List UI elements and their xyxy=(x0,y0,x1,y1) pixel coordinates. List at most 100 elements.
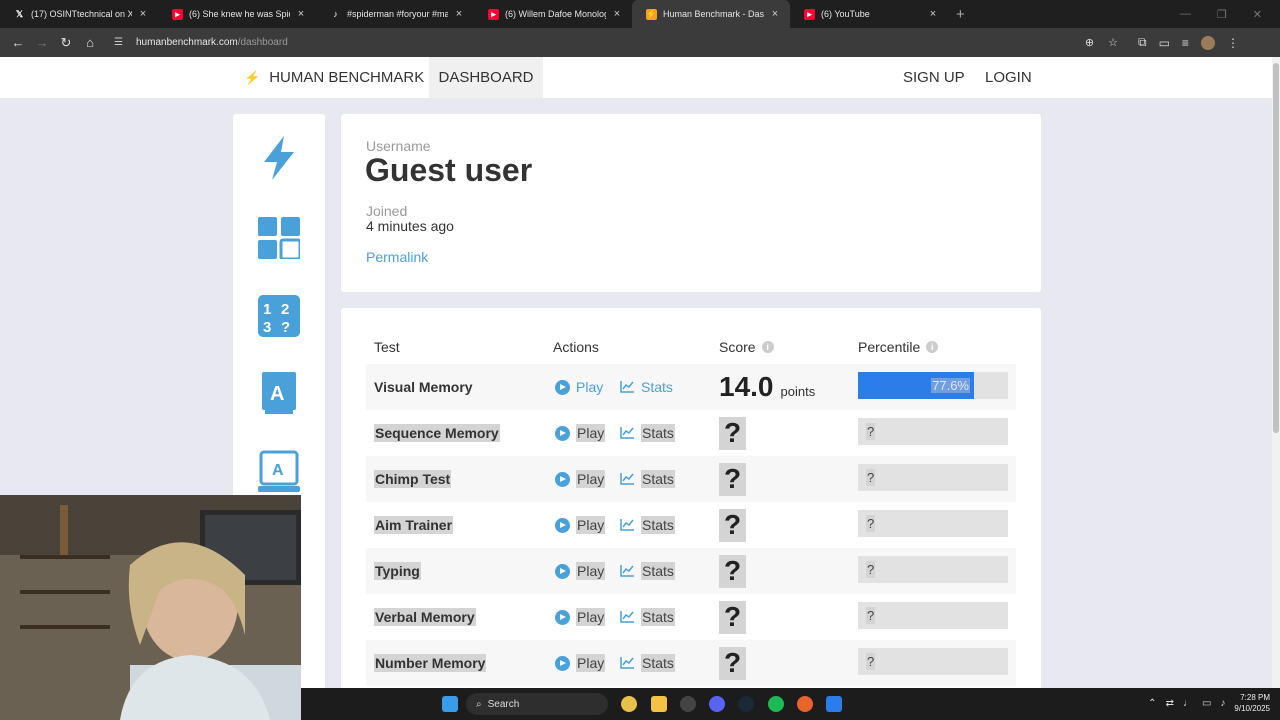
test-name[interactable]: Verbal Memory xyxy=(374,594,476,640)
browser-tab[interactable]: ▸ (6) YouTube × xyxy=(790,0,948,28)
play-button[interactable]: Play xyxy=(555,456,606,502)
test-name[interactable]: Visual Memory xyxy=(374,364,473,410)
reaction-time-icon[interactable] xyxy=(257,136,301,180)
cast-icon[interactable]: ▭ xyxy=(1159,36,1170,50)
maximize-icon[interactable]: ❐ xyxy=(1217,8,1227,21)
stats-chart-icon xyxy=(620,427,634,439)
steam-icon[interactable] xyxy=(738,696,754,712)
microphone-icon[interactable]: ♩ xyxy=(1183,698,1193,709)
zoom-icon[interactable]: ⊕ xyxy=(1085,36,1094,49)
stats-button[interactable]: Stats xyxy=(620,594,675,640)
tab-title: Human Benchmark - Dashboard xyxy=(663,9,764,19)
browser-tab[interactable]: ▸ (6) Willem Dafoe Monologue - × xyxy=(474,0,632,28)
play-button[interactable]: Play xyxy=(555,548,606,594)
settings-icon[interactable] xyxy=(680,696,696,712)
minimize-icon[interactable]: — xyxy=(1180,8,1191,21)
nav-login[interactable]: LOGIN xyxy=(985,57,1032,98)
clock[interactable]: 7:28 PM 9/10/2025 xyxy=(1234,692,1270,714)
taskbar-search[interactable]: ⌕ Search xyxy=(466,693,608,715)
profile-avatar[interactable] xyxy=(1200,35,1215,50)
network-icon[interactable]: ⇄ xyxy=(1166,698,1174,709)
close-tab-icon[interactable]: × xyxy=(136,8,150,20)
nav-dashboard[interactable]: DASHBOARD xyxy=(429,57,543,98)
scrollbar-thumb[interactable] xyxy=(1273,63,1279,433)
info-icon[interactable]: i xyxy=(761,341,774,353)
table-row: Sequence Memory Play Stats ? ? xyxy=(366,410,1016,456)
stats-button[interactable]: Stats xyxy=(620,640,675,686)
chevron-up-icon[interactable]: ⌃ xyxy=(1148,698,1156,709)
typing-icon[interactable]: A xyxy=(257,450,301,494)
stats-chart-icon xyxy=(620,611,634,623)
percentile-unknown: ? xyxy=(866,602,876,629)
percentile-bar: ? xyxy=(858,418,1008,445)
file-explorer-icon[interactable] xyxy=(651,696,667,712)
close-tab-icon[interactable]: × xyxy=(294,8,308,20)
forward-icon[interactable]: → xyxy=(30,31,54,55)
extensions-icon[interactable]: ⧉ xyxy=(1138,35,1147,50)
address-bar[interactable]: ☰ humanbenchmark.com/dashboard ⊕ ☆ xyxy=(106,32,1126,54)
test-name[interactable]: Number Memory xyxy=(374,640,487,686)
close-tab-icon[interactable]: × xyxy=(452,8,466,20)
test-name[interactable]: Sequence Memory xyxy=(374,410,500,456)
taskbar-search-label: Search xyxy=(487,698,520,710)
test-name[interactable]: Chimp Test xyxy=(374,456,452,502)
site-info-icon[interactable]: ☰ xyxy=(114,37,128,48)
browser-tab[interactable]: ♪ #spiderman #foryour #marvels × xyxy=(316,0,474,28)
tab-title: (6) Willem Dafoe Monologue - xyxy=(505,9,606,19)
play-button[interactable]: Play xyxy=(555,640,606,686)
page-scrollbar[interactable] xyxy=(1272,57,1280,688)
percentile-value: ? xyxy=(866,561,876,578)
play-button[interactable]: Play xyxy=(555,410,606,456)
stats-button[interactable]: Stats xyxy=(620,456,675,502)
percentile-unknown: ? xyxy=(866,648,876,675)
stats-button[interactable]: Stats xyxy=(620,410,675,456)
play-button[interactable]: Play xyxy=(555,594,606,640)
test-name[interactable]: Aim Trainer xyxy=(374,502,454,548)
chrome-icon[interactable] xyxy=(621,696,637,712)
app-icon[interactable] xyxy=(797,696,813,712)
bookmark-star-icon[interactable]: ☆ xyxy=(1108,36,1118,49)
stats-button[interactable]: Stats xyxy=(620,502,675,548)
app-icon[interactable] xyxy=(826,696,842,712)
volume-icon[interactable]: ♪ xyxy=(1220,698,1225,709)
percentile-value: ? xyxy=(866,653,876,670)
nav-signup[interactable]: SIGN UP xyxy=(903,57,965,98)
browser-tab[interactable]: 𝕏 (17) OSINTtechnical on X: "New × xyxy=(0,0,158,28)
site-logo[interactable]: ⚡ HUMAN BENCHMARK xyxy=(244,57,424,98)
media-controls-icon[interactable]: ≡ xyxy=(1182,36,1189,50)
close-tab-icon[interactable]: × xyxy=(926,8,940,20)
stats-label: Stats xyxy=(641,470,675,488)
play-button[interactable]: Play xyxy=(555,502,606,548)
back-icon[interactable]: ← xyxy=(6,31,30,55)
browser-tab[interactable]: ▸ (6) She knew he was Spider Ma × xyxy=(158,0,316,28)
browser-tab-active[interactable]: ⚡ Human Benchmark - Dashboard × xyxy=(632,0,790,28)
webcam-feed-image xyxy=(0,495,301,720)
discord-icon[interactable] xyxy=(709,696,725,712)
close-tab-icon[interactable]: × xyxy=(610,8,624,20)
new-tab-button[interactable]: + xyxy=(956,6,965,23)
reload-icon[interactable]: ↻ xyxy=(54,31,78,55)
score-cell: ? xyxy=(719,640,746,686)
test-name[interactable]: Typing xyxy=(374,548,421,594)
play-button[interactable]: Play xyxy=(555,364,603,410)
display-icon[interactable]: ▭ xyxy=(1202,698,1211,709)
spotify-icon[interactable] xyxy=(768,696,784,712)
stats-button[interactable]: Stats xyxy=(620,548,675,594)
score-cell: 14.0 points xyxy=(719,364,815,410)
close-tab-icon[interactable]: × xyxy=(768,8,782,20)
svg-text:A: A xyxy=(272,462,284,479)
permalink-link[interactable]: Permalink xyxy=(366,249,428,265)
stats-chart-icon xyxy=(620,657,634,669)
info-icon[interactable]: i xyxy=(926,341,939,353)
home-icon[interactable]: ⌂ xyxy=(78,31,102,55)
close-window-icon[interactable]: ✕ xyxy=(1253,8,1262,21)
stats-button[interactable]: Stats xyxy=(620,364,673,410)
verbal-memory-icon[interactable]: A xyxy=(257,372,301,416)
menu-icon[interactable]: ⋮ xyxy=(1227,36,1239,50)
sequence-memory-icon[interactable] xyxy=(257,216,301,260)
header-percentile: Percentile i xyxy=(858,339,939,355)
url-path: /dashboard xyxy=(237,37,288,48)
windows-start-icon[interactable] xyxy=(442,696,458,712)
table-row: Aim Trainer Play Stats ? ? xyxy=(366,502,1016,548)
number-memory-icon[interactable]: 1 2 3 ? xyxy=(257,294,301,338)
